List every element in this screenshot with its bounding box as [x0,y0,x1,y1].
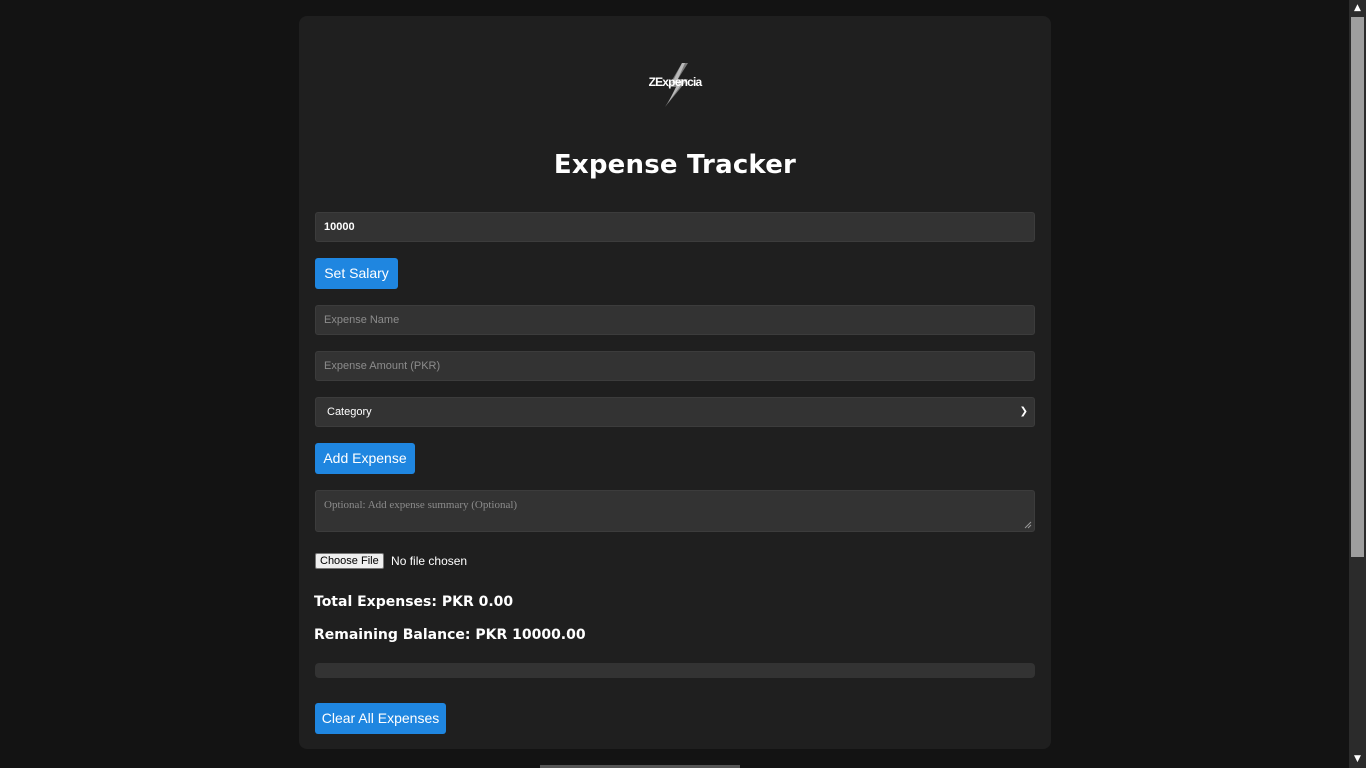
category-selected-value: Category [327,406,372,418]
vertical-scrollbar[interactable]: ▲ ▼ [1349,0,1366,768]
expense-summary-textarea[interactable]: Optional: Add expense summary (Optional) [315,490,1035,532]
logo-text: ZExpencia [648,75,703,89]
scrollbar-thumb[interactable] [1351,17,1364,557]
category-select[interactable]: Category ❯ [315,397,1035,427]
file-status: No file chosen [391,554,468,568]
remaining-balance: Remaining Balance: PKR 10000.00 [314,627,586,643]
choose-file-button[interactable]: Choose File [315,553,384,569]
expense-name-input[interactable]: Expense Name [315,305,1035,335]
resize-grip-icon[interactable] [1024,521,1032,529]
expense-summary-placeholder: Optional: Add expense summary (Optional) [324,499,518,511]
clear-all-expenses-button[interactable]: Clear All Expenses [315,703,446,734]
add-expense-button[interactable]: Add Expense [315,443,415,474]
expense-amount-input[interactable]: Expense Amount (PKR) [315,351,1035,381]
scroll-up-arrow-icon[interactable]: ▲ [1349,0,1366,17]
total-expenses: Total Expenses: PKR 0.00 [314,594,514,610]
set-salary-button[interactable]: Set Salary [315,258,398,289]
scroll-down-arrow-icon[interactable]: ▼ [1349,751,1366,768]
page-title: Expense Tracker [553,150,797,180]
salary-input[interactable]: 10000 [315,212,1035,242]
page-viewport: ZExpencia Expense Tracker 10000 Set Sala… [0,0,1349,768]
app-logo: ZExpencia [644,61,706,109]
chevron-down-icon: ❯ [1019,406,1028,417]
file-upload: Choose File No file chosen [315,553,467,569]
budget-progress-bar [315,663,1035,678]
